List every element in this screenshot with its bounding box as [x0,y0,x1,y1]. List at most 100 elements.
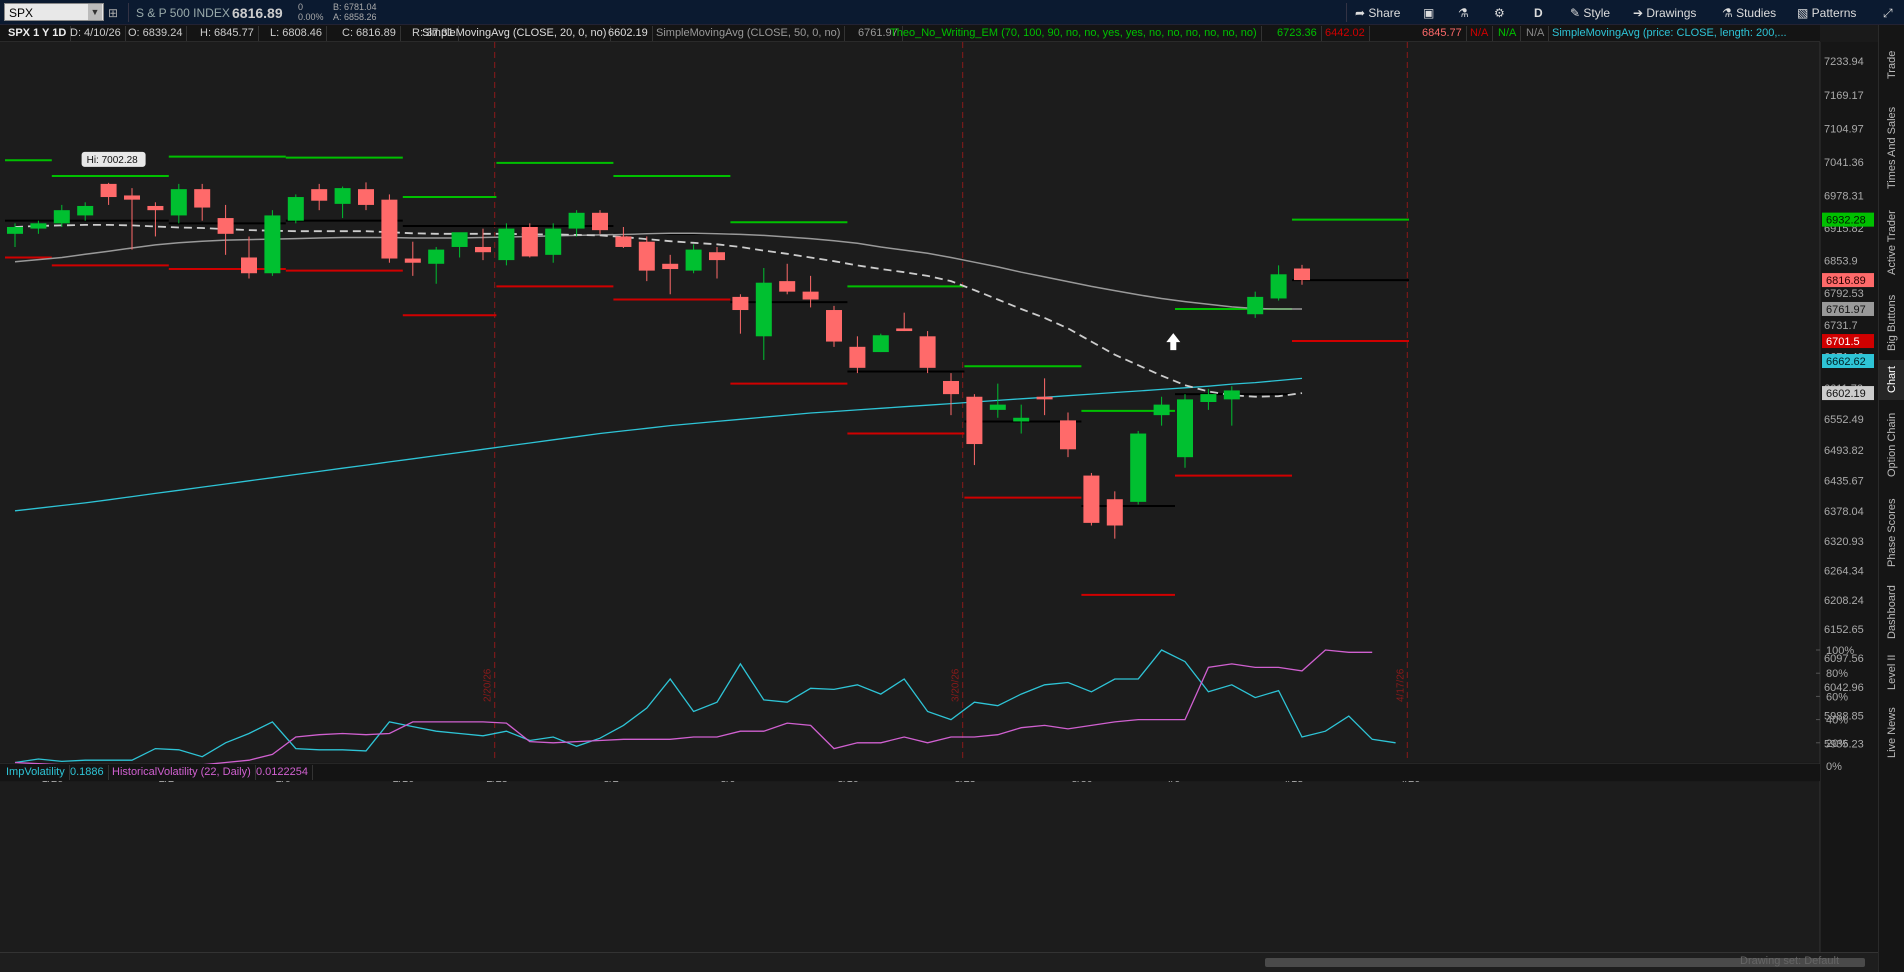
candle-body [241,257,257,274]
candle-body [124,195,140,200]
theo-na-1: N/A [1466,26,1494,41]
sma50-label[interactable]: SimpleMovingAvg (CLOSE, 50, 0, no) [652,26,846,41]
vol-tick-label: 80% [1826,668,1848,680]
volatility-panel-bg [0,782,1820,952]
price-tick-label: 6152.65 [1824,624,1864,636]
studies-icon: ⚗ [1722,6,1737,20]
top-toolbar: SPX ▼ ⊞ S & P 500 INDEX 6816.89 0 0.00% … [0,0,1904,25]
price-tick-label: 6731.7 [1824,320,1858,332]
symbol-dropdown-icon[interactable]: ▼ [88,4,102,20]
candle-body [662,263,679,270]
candle-body [709,252,725,261]
price-tick-label: 6493.82 [1824,445,1864,457]
snapshot-icon[interactable]: ▣ [1423,4,1434,22]
vol-tick-label: 20% [1826,738,1848,750]
divider [128,3,129,22]
studies-label: Studies [1736,6,1777,20]
candle-body [1177,399,1193,458]
candle-body [779,281,796,292]
price-badge: 6662.62 [1826,356,1866,368]
candle-body [381,199,398,259]
vol-tick-label: 0% [1826,761,1842,773]
theo-na-3: N/A [1522,26,1550,41]
side-tab-active-trader[interactable]: Active Trader [1879,200,1904,285]
style-label: Style [1583,6,1611,20]
price-badge: 6932.28 [1826,215,1866,227]
side-tab-dashboard[interactable]: Dashboard [1879,580,1904,645]
side-tab-strip: Trade Times And Sales Active Trader Big But… [1878,25,1904,972]
drawings-icon: ➔ [1633,6,1647,20]
price-badge: 6816.89 [1826,275,1866,287]
candle-body [826,310,842,342]
price-tick-label: 6853.9 [1824,256,1858,268]
candle-body [194,189,211,208]
candle-body [638,241,655,271]
candle-body [872,335,889,353]
candle-body [217,218,234,234]
side-tab-live-news[interactable]: Live News [1879,700,1904,765]
candle-body [170,189,187,216]
studies-button[interactable]: ⚗ Studies [1722,4,1776,22]
side-tab-big-buttons[interactable]: Big Buttons [1879,290,1904,355]
price-tick-label: 7104.97 [1824,124,1864,136]
share-button[interactable]: ➦ Share [1355,4,1400,22]
ohlc-open: O: 6839.24 [124,26,188,41]
side-tab-chart[interactable]: Chart [1879,360,1904,400]
hv-label[interactable]: HistoricalVolatility (22, Daily) [108,765,256,780]
link-icon[interactable]: ⊞ [108,4,118,22]
drawings-button[interactable]: ➔ Drawings [1633,4,1696,22]
side-tab-trade[interactable]: Trade [1879,35,1904,95]
side-tab-times-and-sales[interactable]: Times And Sales [1879,100,1904,195]
drawings-label: Drawings [1646,6,1697,20]
candle-body [1083,475,1100,523]
candle-body [7,226,23,234]
style-icon: ✎ [1570,6,1584,20]
candle-body [966,396,983,445]
drawing-set-label: Drawing set: Default [1740,955,1840,967]
price-tick-label: 6435.67 [1824,475,1864,487]
expiry-label: 3/20/26 [951,668,962,702]
patterns-button[interactable]: ▧ Patterns [1797,4,1856,22]
sma20-label[interactable]: SimpleMovingAvg (CLOSE, 20, 0, no) [418,26,612,41]
candle-body [498,228,515,261]
net-change: 0 [298,2,304,12]
side-tab-phase-scores[interactable]: Phase Scores [1879,490,1904,575]
instrument-name: S & P 500 INDEX [136,6,230,20]
gear-icon[interactable]: ⚙ [1494,4,1505,22]
price-tick-label: 7169.17 [1824,90,1864,102]
sma200-label[interactable]: SimpleMovingAvg (price: CLOSE, length: 2… [1548,26,1791,41]
candle-body [1060,420,1076,450]
theo-em-lower: 6442.02 [1321,26,1370,41]
candle-body [53,210,70,224]
expiry-label: 4/17/26 [1395,668,1406,702]
ohlc-high: H: 6845.77 [196,26,259,41]
side-tab-level-ii[interactable]: Level II [1879,650,1904,695]
time-scrollbar[interactable] [0,952,1878,972]
ohlc-low: L: 6808.46 [266,26,327,41]
price-badge: 6701.5 [1826,336,1860,348]
theo-em-high: 6845.77 [1418,26,1467,41]
expand-icon[interactable]: ⤢ [1883,4,1893,22]
chart-canvas[interactable]: 7233.947169.177104.977041.366978.316915.… [0,42,1878,952]
theo-na-2: N/A [1494,26,1522,41]
share-label: Share [1368,6,1401,20]
ask-price: A: 6858.26 [333,12,377,22]
expiry-label: 2/20/26 [483,668,494,702]
iv-label[interactable]: ImpVolatility [2,765,70,780]
theo-em-label[interactable]: Theo_No_Writing_EM (70, 100, 90, no, no,… [886,26,1262,41]
price-tick-label: 7041.36 [1824,157,1864,169]
flask-icon[interactable]: ⚗ [1458,4,1469,22]
period-button[interactable]: D [1534,4,1543,22]
candle-body [1270,274,1287,299]
candle-body [428,249,445,264]
candle-body [592,212,608,231]
candle-body [311,189,328,201]
vol-tick-label: 60% [1826,691,1848,703]
price-tick-label: 6264.34 [1824,566,1864,578]
style-button[interactable]: ✎ Style [1570,4,1610,22]
candle-body [755,282,772,337]
candle-body [896,328,913,332]
side-tab-option-chain[interactable]: Option Chain [1879,405,1904,485]
bid-price: B: 6781.04 [333,2,377,12]
chart-label[interactable]: SPX 1 Y 1D [4,26,72,41]
